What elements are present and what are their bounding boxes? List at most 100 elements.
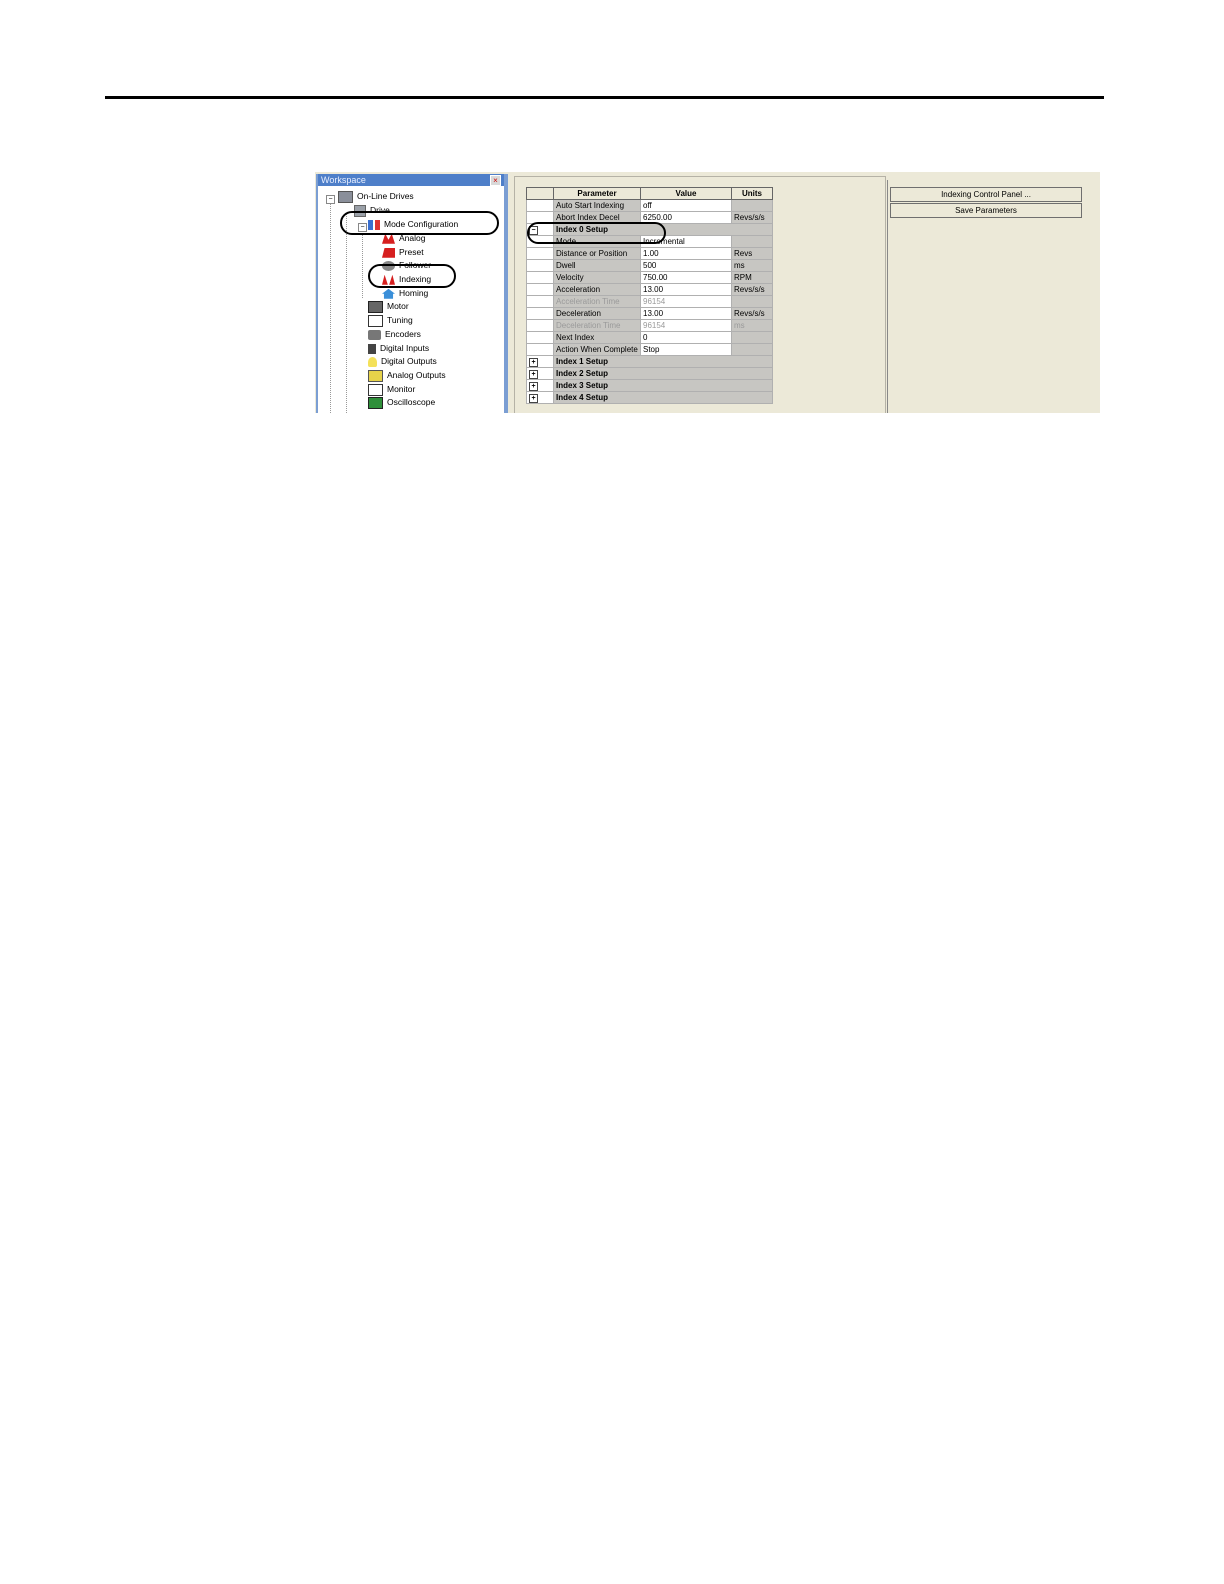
param-value-cell[interactable]: 500 [640,259,732,272]
param-value-cell[interactable]: 96154 [640,319,732,332]
tree-item-label: Monitor [387,384,416,394]
indexing-control-panel-button[interactable]: Indexing Control Panel ... [890,187,1082,202]
tree-item-analog-outputs[interactable]: Analog Outputs [368,369,446,382]
param-units-cell [731,235,773,248]
param-units-cell: Revs/s/s [731,307,773,320]
parameter-table: Parameter Value Units Auto Start Indexin… [526,187,773,404]
param-units-cell: Revs/s/s [731,283,773,296]
header-units[interactable]: Units [731,187,773,200]
table-row[interactable]: Dwell 500 ms [526,259,773,272]
row-indent-cell [526,259,554,272]
section-label[interactable]: Index 3 Setup [553,379,773,392]
table-row[interactable]: Velocity 750.00 RPM [526,271,773,284]
analog-outputs-icon [368,369,383,382]
tree-item-label: Preset [399,247,424,257]
table-row[interactable]: Auto Start Indexing off [526,199,773,212]
table-row[interactable]: Acceleration Time 96154 [526,295,773,308]
section-row[interactable]: + Index 2 Setup [526,367,773,380]
table-row[interactable]: Next Index 0 [526,331,773,344]
oscilloscope-icon [368,396,383,409]
tree-item-monitor[interactable]: Monitor [368,383,415,396]
param-value-cell[interactable]: 96154 [640,295,732,308]
section-label[interactable]: Index 4 Setup [553,391,773,404]
param-value-cell[interactable]: off [640,199,732,212]
tree-item-encoders[interactable]: Encoders [368,328,421,341]
param-value-cell[interactable]: 1.00 [640,247,732,260]
save-parameters-button[interactable]: Save Parameters [890,203,1082,218]
table-row[interactable]: Distance or Position 1.00 Revs [526,247,773,260]
table-row[interactable]: Action When Complete Stop [526,343,773,356]
row-indent-cell [526,319,554,332]
row-indent-cell [526,247,554,260]
digital-inputs-icon [368,343,376,354]
header-value[interactable]: Value [640,187,732,200]
row-indent-cell [526,331,554,344]
param-units-cell: RPM [731,271,773,284]
tree-item-homing[interactable]: Homing [382,287,428,300]
section-row[interactable]: + Index 1 Setup [526,355,773,368]
param-name-cell: Velocity [553,271,641,284]
tree-item-label: On-Line Drives [357,191,414,201]
tree-line [346,214,347,413]
row-indent-cell [526,271,554,284]
table-header-row: Parameter Value Units [526,187,773,200]
expander-cell[interactable]: + [526,391,554,404]
row-indent-cell [526,199,554,212]
page-top-rule [105,96,1104,99]
software-screenshot: Workspace × − On-Line Drives Drive − Mod… [315,172,1100,413]
section-label[interactable]: Index 1 Setup [553,355,773,368]
tree-item-digital-outputs[interactable]: Digital Outputs [368,355,437,368]
param-units-cell: Revs [731,247,773,260]
table-row[interactable]: Acceleration 13.00 Revs/s/s [526,283,773,296]
tree-item-label: Encoders [385,329,421,339]
tree-item-label: Digital Outputs [381,356,437,366]
table-row[interactable]: Deceleration Time 96154 ms [526,319,773,332]
collapse-online-drives-icon[interactable]: − [326,195,335,204]
expander-cell[interactable]: + [526,355,554,368]
param-value-cell[interactable]: Stop [640,343,732,356]
param-name-cell: Deceleration [553,307,641,320]
tree-item-label: Homing [399,288,429,298]
tree-item-oscilloscope[interactable]: Oscilloscope [368,396,435,409]
param-name-cell: Deceleration Time [553,319,641,332]
tree-item-motor[interactable]: Motor [368,300,409,313]
workspace-title: Workspace [321,175,366,185]
expander-cell[interactable]: + [526,367,554,380]
expand-icon[interactable]: + [529,358,538,367]
param-value-cell[interactable]: 0 [640,331,732,344]
highlight-oval-mode-configuration [340,211,499,235]
tree-item-label: Motor [387,301,409,311]
param-units-cell [731,295,773,308]
monitor-icon [368,383,383,396]
highlight-oval-indexing [368,264,456,288]
expand-icon[interactable]: + [529,394,538,403]
row-indent-cell [526,295,554,308]
param-value-cell[interactable]: 13.00 [640,307,732,320]
expand-icon[interactable]: + [529,382,538,391]
tree-item-tuning[interactable]: Tuning [368,314,413,327]
expand-icon[interactable]: + [529,370,538,379]
table-row[interactable]: Deceleration 13.00 Revs/s/s [526,307,773,320]
param-name-cell: Dwell [553,259,641,272]
header-parameter[interactable]: Parameter [553,187,641,200]
param-value-cell[interactable]: 13.00 [640,283,732,296]
section-label[interactable]: Index 2 Setup [553,367,773,380]
section-row[interactable]: + Index 4 Setup [526,391,773,404]
param-units-cell: ms [731,259,773,272]
preset-icon [382,247,395,258]
tree-item-digital-inputs[interactable]: Digital Inputs [368,342,429,355]
param-name-cell: Auto Start Indexing [553,199,641,212]
section-row[interactable]: + Index 3 Setup [526,379,773,392]
param-units-cell [731,199,773,212]
tree-item-label: Oscilloscope [387,397,436,407]
tree-line [330,200,331,413]
button-panel: Indexing Control Panel ... Save Paramete… [887,180,1099,413]
close-icon[interactable]: × [490,175,501,186]
workspace-tree: − On-Line Drives Drive − Mode Configurat… [318,186,504,413]
tree-item-online-drives[interactable]: On-Line Drives [338,190,414,203]
tree-item-preset[interactable]: Preset [382,246,424,259]
header-blank [526,187,554,200]
row-indent-cell [526,307,554,320]
param-value-cell[interactable]: 750.00 [640,271,732,284]
expander-cell[interactable]: + [526,379,554,392]
